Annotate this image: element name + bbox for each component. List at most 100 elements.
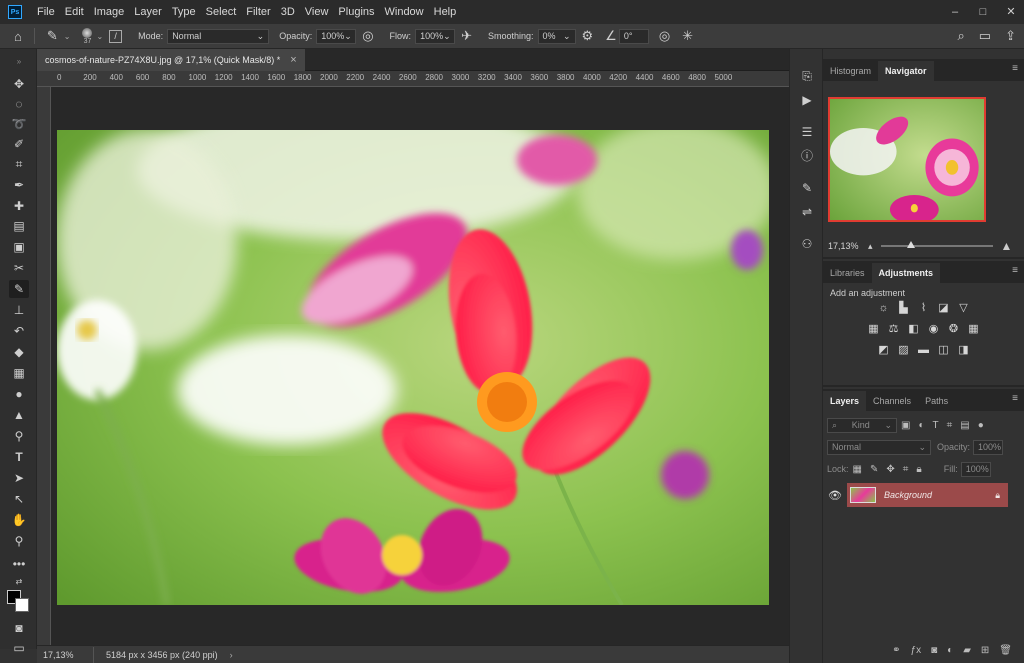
clone-source-icon[interactable]: ⚇ bbox=[798, 235, 816, 253]
flow-field[interactable]: 100% ⌄ bbox=[415, 28, 456, 44]
history-icon[interactable]: ⎘ bbox=[798, 67, 816, 85]
menu-help[interactable]: Help bbox=[429, 0, 462, 24]
menu-select[interactable]: Select bbox=[201, 0, 242, 24]
zoom-out-icon[interactable]: ▴ bbox=[868, 241, 873, 252]
chevron-down-icon[interactable]: ⌄ bbox=[96, 32, 103, 41]
document-tab[interactable]: cosmos-of-nature-PZ74X8U.jpg @ 17,1% (Qu… bbox=[37, 49, 305, 71]
type-tool-icon[interactable]: T bbox=[9, 448, 29, 466]
tab-navigator[interactable]: Navigator bbox=[878, 61, 934, 81]
color-lookup-icon[interactable]: ▦ bbox=[967, 322, 981, 336]
selective-color-icon[interactable]: ◨ bbox=[957, 343, 971, 357]
dodge-tool-icon[interactable]: ▲ bbox=[9, 406, 29, 424]
more-tools-icon[interactable]: ••• bbox=[9, 555, 29, 573]
quick-selection-tool-icon[interactable]: ✐ bbox=[9, 135, 29, 153]
black-white-icon[interactable]: ◧ bbox=[907, 322, 921, 336]
angle-field[interactable]: 0° bbox=[618, 28, 649, 44]
maximize-button[interactable]: □ bbox=[976, 5, 990, 19]
menu-layer[interactable]: Layer bbox=[129, 0, 167, 24]
panel-menu-icon[interactable]: ≡ bbox=[1012, 265, 1018, 276]
layer-name[interactable]: Background bbox=[884, 490, 932, 500]
filter-toggle-icon[interactable]: ● bbox=[978, 420, 984, 431]
chevron-down-icon[interactable]: ⌄ bbox=[64, 32, 71, 41]
channel-mixer-icon[interactable]: ❂ bbox=[947, 322, 961, 336]
layer-mask-icon[interactable]: ◙ bbox=[931, 645, 937, 656]
lock-all-icon[interactable]: 🔒︎ bbox=[916, 464, 921, 475]
menu-image[interactable]: Image bbox=[89, 0, 130, 24]
panel-menu-icon[interactable]: ≡ bbox=[1012, 393, 1018, 404]
spot-healing-tool-icon[interactable]: ▤ bbox=[9, 217, 29, 235]
brush-tool-icon[interactable]: ✎ bbox=[47, 28, 58, 44]
brush-preset-picker[interactable]: 37 bbox=[82, 27, 93, 45]
screen-mode-icon[interactable]: ▭ bbox=[9, 639, 29, 657]
lock-transparent-icon[interactable]: ▦ bbox=[853, 464, 862, 475]
navigator-zoom-value[interactable]: 17,13% bbox=[828, 241, 868, 251]
canvas-area[interactable] bbox=[51, 87, 789, 645]
close-button[interactable]: ✕ bbox=[1004, 5, 1018, 19]
layer-selected-row[interactable]: Background 🔒︎ bbox=[847, 483, 1008, 507]
blend-mode-select[interactable]: Normal ⌄ bbox=[827, 439, 931, 455]
curves-icon[interactable]: ⌇ bbox=[917, 301, 931, 315]
threshold-icon[interactable]: ▬ bbox=[917, 343, 931, 357]
gradient-map-icon[interactable]: ◫ bbox=[937, 343, 951, 357]
opacity-field[interactable]: 100% ⌄ bbox=[316, 28, 357, 44]
tab-histogram[interactable]: Histogram bbox=[823, 61, 878, 81]
properties-icon[interactable]: ☰ bbox=[798, 123, 816, 141]
marquee-tool-icon[interactable]: ◌ bbox=[9, 95, 29, 113]
new-layer-icon[interactable]: ⊞ bbox=[981, 645, 989, 656]
clone-stamp-tool-icon[interactable]: ⊥ bbox=[9, 301, 29, 319]
pressure-opacity-icon[interactable]: ◎ bbox=[362, 28, 373, 44]
menu-edit[interactable]: Edit bbox=[60, 0, 89, 24]
layer-style-icon[interactable]: ƒx bbox=[911, 645, 922, 656]
menu-file[interactable]: File bbox=[32, 0, 60, 24]
move-tool-icon[interactable]: ✥ bbox=[9, 75, 29, 93]
default-colors-icon[interactable]: ⇄ bbox=[9, 573, 29, 591]
healing-brush-tool-icon[interactable]: ✚ bbox=[9, 197, 29, 215]
chevron-right-icon[interactable]: › bbox=[230, 650, 233, 660]
pressure-size-icon[interactable]: ◎ bbox=[659, 28, 670, 44]
symmetry-icon[interactable]: ✳ bbox=[682, 28, 693, 44]
filter-pixel-icon[interactable]: ▣ bbox=[901, 420, 910, 431]
tab-layers[interactable]: Layers bbox=[823, 391, 867, 411]
posterize-icon[interactable]: ▨ bbox=[897, 343, 911, 357]
lock-artboard-icon[interactable]: ⌗ bbox=[903, 464, 909, 475]
blur-tool-icon[interactable]: ● bbox=[9, 385, 29, 403]
new-group-icon[interactable]: ▰ bbox=[963, 645, 971, 656]
zoom-slider[interactable] bbox=[880, 241, 993, 248]
info-icon[interactable]: ⓘ bbox=[798, 147, 816, 165]
navigator-thumbnail[interactable] bbox=[828, 97, 986, 222]
zoom-in-icon[interactable]: ▲ bbox=[1001, 239, 1013, 253]
brush-tool-icon[interactable]: ✎ bbox=[9, 280, 29, 298]
lock-image-icon[interactable]: ✎ bbox=[870, 464, 878, 475]
share-icon[interactable]: ⇪ bbox=[1005, 28, 1016, 44]
color-balance-icon[interactable]: ⚖ bbox=[887, 322, 901, 336]
crop-tool-icon[interactable]: ⌗ bbox=[9, 155, 29, 173]
zoom-slider-thumb[interactable] bbox=[906, 241, 915, 248]
kind-filter-select[interactable]: ⌕ Kind ⌄ bbox=[827, 417, 897, 433]
levels-icon[interactable]: ▙ bbox=[897, 301, 911, 315]
menu-view[interactable]: View bbox=[300, 0, 334, 24]
home-icon[interactable]: ⌂ bbox=[14, 29, 22, 44]
mode-select[interactable]: Normal ⌄ bbox=[167, 28, 270, 44]
lock-position-icon[interactable]: ✥ bbox=[886, 464, 894, 475]
airbrush-icon[interactable]: ✈ bbox=[461, 28, 472, 44]
quick-mask-icon[interactable]: ◙ bbox=[9, 619, 29, 637]
eraser-tool-icon[interactable]: ◆ bbox=[9, 343, 29, 361]
invert-icon[interactable]: ◩ bbox=[877, 343, 891, 357]
pen-tool-icon[interactable]: ⚲ bbox=[9, 427, 29, 445]
layer-row-background[interactable]: 👁︎ Background 🔒︎ bbox=[823, 483, 1024, 507]
collapse-toolbar-icon[interactable]: » bbox=[9, 53, 29, 71]
gear-icon[interactable]: ⚙ bbox=[582, 28, 594, 44]
fill-field[interactable]: 100% bbox=[960, 461, 991, 477]
exposure-icon[interactable]: ◪ bbox=[937, 301, 951, 315]
tab-libraries[interactable]: Libraries bbox=[823, 263, 872, 283]
zoom-level[interactable]: 17,13% bbox=[43, 650, 87, 660]
zoom-tool-icon[interactable]: ⚲ bbox=[9, 532, 29, 550]
vibrance-icon[interactable]: ▽ bbox=[957, 301, 971, 315]
patch-tool-icon[interactable]: ✂ bbox=[9, 259, 29, 277]
adjustment-layer-icon[interactable]: ◐ bbox=[947, 645, 953, 656]
tab-paths[interactable]: Paths bbox=[918, 391, 955, 411]
history-brush-tool-icon[interactable]: ↶ bbox=[9, 322, 29, 340]
brush-settings-icon[interactable]: / bbox=[109, 29, 123, 43]
menu-type[interactable]: Type bbox=[167, 0, 201, 24]
actions-icon[interactable]: ▶ bbox=[798, 91, 816, 109]
